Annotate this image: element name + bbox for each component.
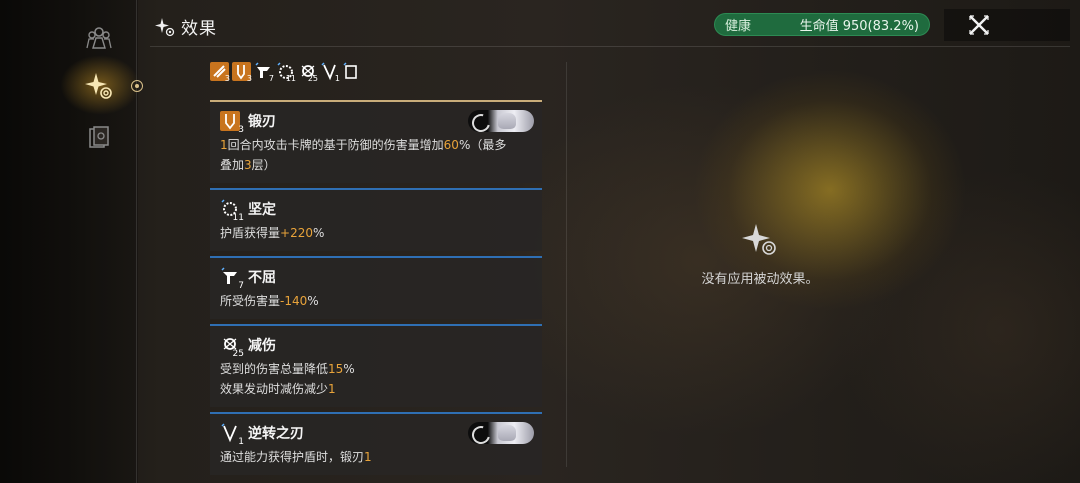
effect-stack-count: 1: [238, 437, 244, 447]
effect-name: 减伤: [248, 338, 276, 354]
effect-stack-count: 7: [238, 281, 244, 291]
damage-reduction-icon: 25: [220, 335, 244, 359]
buff-stack-count: 3: [224, 74, 230, 83]
unyielding-icon[interactable]: 7: [254, 62, 274, 83]
forge-blade-icon: 3: [220, 111, 244, 135]
party-tab-icon[interactable]: [82, 20, 116, 54]
effects-tab-icon[interactable]: [82, 69, 116, 103]
passive-empty-text: 没有应用被动效果。: [701, 272, 819, 287]
effect-card[interactable]: 25 减伤 受到的伤害总量降低15% 效果发动时减伤减少1: [210, 324, 542, 407]
close-icon: [969, 15, 989, 35]
passive-sparkle-icon: [742, 224, 776, 255]
effect-name: 不屈: [248, 270, 276, 286]
effect-description: 所受伤害量-140%: [220, 294, 319, 308]
forge-blade-icon[interactable]: 3: [232, 62, 252, 83]
effect-name: 逆转之刃: [248, 426, 304, 442]
effect-name: 坚定: [248, 202, 276, 218]
reverse-blade-icon: 1: [220, 423, 244, 447]
buff-stack-count: 7: [268, 74, 274, 83]
passive-effects-empty: 没有应用被动效果。: [660, 222, 860, 287]
effect-description: 通过能力获得护盾时，锻刃1: [220, 450, 372, 464]
health-status-label: 健康: [725, 19, 752, 34]
character-portrait: [468, 422, 534, 444]
effect-stack-count: 11: [232, 213, 244, 223]
buff-stack-count: 25: [307, 74, 318, 83]
effect-description: 受到的伤害总量降低15% 效果发动时减伤减少1: [220, 362, 355, 396]
reverse-blade-icon[interactable]: 1: [320, 62, 340, 83]
effect-name: 锻刃: [248, 114, 276, 130]
buff-stack-count: 3: [246, 74, 252, 83]
damage-reduction-icon[interactable]: 25: [298, 62, 318, 83]
deck-tab-icon[interactable]: [82, 120, 116, 154]
effect-description: 1回合内攻击卡牌的基于防御的伤害量增加60%（最多 叠加3层）: [220, 138, 507, 172]
character-portrait: [468, 110, 534, 132]
page-title: 效果: [181, 19, 217, 39]
effect-stack-count: 25: [232, 349, 244, 359]
panel-header: 效果: [155, 14, 217, 39]
header-divider: [150, 46, 1070, 47]
health-status-badge: 健康 生命值 950(83.2%): [714, 13, 930, 36]
unyielding-icon: 7: [220, 267, 244, 291]
effects-sparkle-icon: [155, 17, 175, 36]
health-value: 生命值 950(83.2%): [799, 19, 919, 34]
close-button[interactable]: [944, 9, 1070, 41]
effect-card[interactable]: 7 不屈 所受伤害量-140%: [210, 256, 542, 319]
effect-card[interactable]: 3 锻刃 1回合内攻击卡牌的基于防御的伤害量增加60%（最多 叠加3层）: [210, 100, 542, 183]
effect-stack-count: 3: [238, 125, 244, 135]
card-buff-icon[interactable]: [342, 62, 361, 81]
blade-buff-icon[interactable]: 3: [210, 62, 230, 83]
steadfast-icon: 11: [220, 199, 244, 223]
steadfast-icon[interactable]: 11: [276, 62, 296, 83]
rail-selected-marker: [131, 80, 143, 92]
panel-divider: [566, 62, 567, 467]
effect-card[interactable]: 11 坚定 护盾获得量+220%: [210, 188, 542, 251]
effect-list: 3 锻刃 1回合内攻击卡牌的基于防御的伤害量增加60%（最多 叠加3层） 11 …: [210, 100, 542, 480]
buff-stack-count: 1: [334, 74, 340, 83]
effect-description: 护盾获得量+220%: [220, 226, 325, 240]
buff-strip: 3 3 7 11 25 1: [210, 62, 361, 83]
effect-card[interactable]: 1 逆转之刃 通过能力获得护盾时，锻刃1: [210, 412, 542, 475]
buff-stack-count: 11: [285, 74, 296, 83]
